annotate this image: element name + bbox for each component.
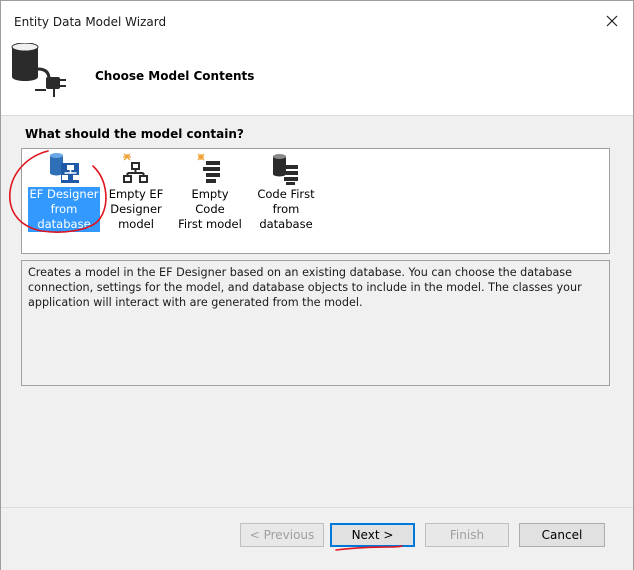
option-description: Creates a model in the EF Designer based… (28, 266, 582, 309)
title-bar: Entity Data Model Wizard (1, 1, 633, 43)
option-empty-code-first-model[interactable]: Empty Code First model (174, 153, 246, 235)
finish-button[interactable]: Finish (425, 523, 509, 547)
option-label: EF Designer from database (28, 187, 100, 232)
wizard-content: What should the model contain? EF Design… (1, 115, 633, 508)
entity-data-model-wizard-window: Entity Data Model Wizard Choose Model Co… (0, 0, 634, 570)
page-title: Choose Model Contents (95, 69, 255, 83)
empty-code-first-icon (197, 153, 220, 183)
ef-designer-from-database-icon (50, 153, 79, 183)
wizard-footer: < Previous Next > Finish Cancel (1, 507, 633, 570)
next-button[interactable]: Next > (330, 523, 415, 547)
code-first-from-database-icon (273, 154, 298, 185)
option-ef-designer-from-database[interactable]: EF Designer from database (28, 153, 100, 235)
option-label: Empty EF Designer model (108, 187, 164, 231)
option-label: Empty Code First model (178, 187, 242, 231)
option-label: Code First from database (257, 187, 315, 231)
model-contents-list: EF Designer from database Empty EF Desig… (21, 148, 610, 254)
option-code-first-from-database[interactable]: Code First from database (250, 153, 322, 235)
previous-button[interactable]: < Previous (240, 523, 324, 547)
database-plug-icon (11, 43, 66, 97)
empty-ef-designer-icon (123, 153, 148, 183)
close-button[interactable] (597, 6, 627, 36)
wizard-header: Choose Model Contents (1, 43, 633, 115)
window-title: Entity Data Model Wizard (14, 15, 167, 29)
option-empty-ef-designer-model[interactable]: Empty EF Designer model (100, 153, 172, 235)
close-icon (606, 15, 618, 27)
description-box: Creates a model in the EF Designer based… (21, 260, 610, 386)
model-contents-question: What should the model contain? (25, 127, 244, 141)
cancel-button[interactable]: Cancel (519, 523, 605, 547)
